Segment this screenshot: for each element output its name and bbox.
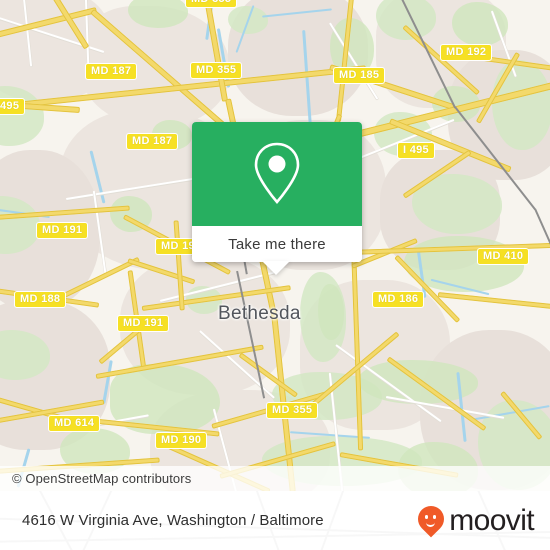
moovit-logo[interactable]: moovit xyxy=(412,491,535,550)
road-shield[interactable]: MD 191 xyxy=(117,315,170,332)
road-shield[interactable]: MD 186 xyxy=(372,291,425,308)
road-shield[interactable]: MD 185 xyxy=(333,67,386,84)
road-shield[interactable]: MD 191 xyxy=(36,222,89,239)
moovit-pin-icon xyxy=(412,500,450,537)
map-canvas[interactable]: MD 187 MD 355 MD 185 MD 192 495 MD 187 I… xyxy=(0,0,550,491)
road-shield[interactable]: MD 187 xyxy=(126,133,179,150)
road-shield[interactable]: MD 355 xyxy=(266,402,319,419)
moovit-wordmark: moovit xyxy=(449,503,534,537)
road-shield[interactable]: MD 187 xyxy=(85,63,138,80)
card-icon-area xyxy=(192,122,362,226)
road-shield-clipped[interactable]: MD 355 xyxy=(185,0,238,8)
landuse-park xyxy=(492,60,550,150)
attribution-text[interactable]: © OpenStreetMap contributors xyxy=(0,471,191,486)
map-attribution-bar: © OpenStreetMap contributors xyxy=(0,466,550,491)
road-shield[interactable]: MD 614 xyxy=(48,415,101,432)
road-shield[interactable]: MD 410 xyxy=(477,248,530,265)
road-shield[interactable]: MD 188 xyxy=(14,291,67,308)
footer-address: 4616 W Virginia Ave, Washington / Baltim… xyxy=(22,512,324,529)
destination-callout-card[interactable]: Take me there xyxy=(192,122,362,262)
road-shield[interactable]: I 495 xyxy=(397,142,435,159)
footer-bar: 4616 W Virginia Ave, Washington / Baltim… xyxy=(0,491,550,550)
place-label-bethesda: Bethesda xyxy=(218,303,301,324)
road-shield[interactable]: MD 355 xyxy=(190,62,243,79)
card-cta[interactable]: Take me there xyxy=(192,226,362,262)
road-shield[interactable]: MD 190 xyxy=(155,432,208,449)
moovit-map-screen: MD 187 MD 355 MD 185 MD 192 495 MD 187 I… xyxy=(0,0,550,550)
card-cta-label: Take me there xyxy=(228,235,326,253)
road-shield[interactable]: 495 xyxy=(0,98,26,115)
landuse-park xyxy=(318,284,344,340)
callout-pointer xyxy=(262,261,290,275)
road-shield[interactable]: MD 192 xyxy=(440,44,493,61)
map-pin-icon xyxy=(254,142,300,204)
